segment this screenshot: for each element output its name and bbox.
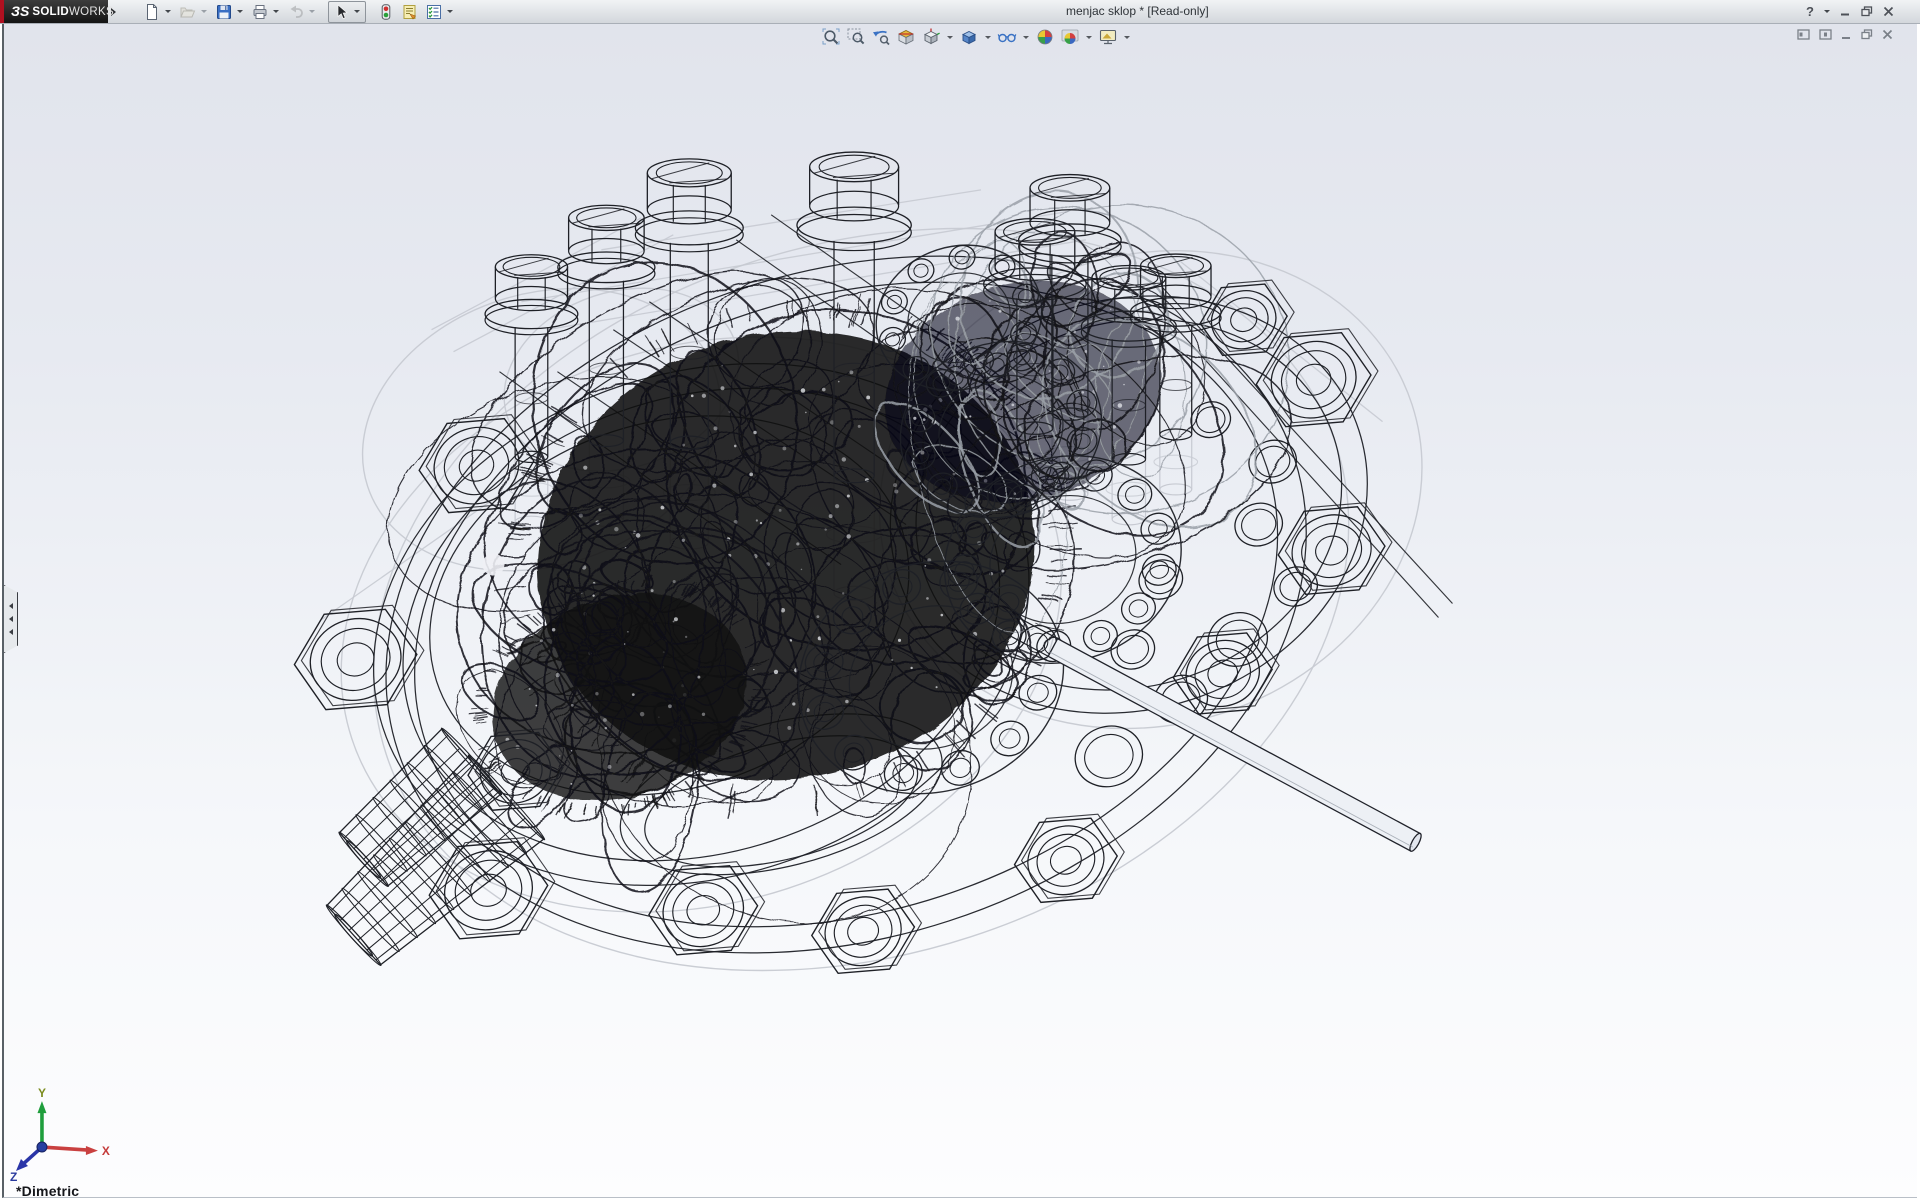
highlight-spot — [482, 554, 504, 576]
zoom-to-area-button[interactable] — [845, 27, 867, 47]
view-orientation-dropdown-icon[interactable] — [947, 36, 953, 39]
file-properties-icon — [401, 3, 419, 21]
apply-scene-button[interactable] — [1059, 27, 1081, 47]
select-dropdown-icon[interactable] — [354, 10, 360, 13]
new-document-icon — [143, 3, 161, 21]
view-orientation-icon — [921, 27, 941, 47]
undo-button[interactable] — [284, 1, 307, 22]
restore-icon — [1861, 29, 1873, 40]
edit-appearance-button[interactable] — [1034, 27, 1056, 47]
print-dropdown-icon[interactable] — [273, 10, 279, 13]
solidworks-logo: ЗS SOLIDWORKS — [0, 0, 108, 23]
select-cursor-icon — [333, 3, 351, 21]
view-orientation-button[interactable] — [920, 27, 942, 47]
doc-minimize-button[interactable] — [1841, 29, 1852, 40]
display-style-dropdown-icon[interactable] — [985, 36, 991, 39]
view-settings-dropdown-icon[interactable] — [1124, 36, 1130, 39]
restore-icon — [1861, 6, 1873, 17]
view-orientation-label: *Dimetric — [16, 1183, 79, 1198]
help-button[interactable]: ? — [1806, 0, 1814, 23]
app-restore-button[interactable] — [1861, 6, 1873, 17]
save-dropdown-icon[interactable] — [237, 10, 243, 13]
pane-left-icon — [1797, 29, 1810, 40]
app-close-button[interactable] — [1883, 6, 1894, 17]
options-button[interactable] — [422, 1, 445, 22]
hide-show-items-button[interactable] — [996, 27, 1018, 47]
collapse-arrow-icon — [9, 603, 13, 609]
apply-scene-icon — [1060, 27, 1080, 47]
new-dropdown-icon[interactable] — [165, 10, 171, 13]
logo-mark: ЗS — [11, 0, 29, 23]
doc-restore-button[interactable] — [1861, 29, 1873, 40]
view-settings-icon — [1098, 27, 1118, 47]
previous-view-icon — [871, 27, 891, 47]
minimize-icon — [1840, 6, 1851, 17]
select-tool-pressed — [328, 1, 366, 23]
zoom-to-fit-icon — [821, 27, 841, 47]
heads-up-view-toolbar — [820, 27, 1132, 47]
hide-show-items-dropdown-icon[interactable] — [1023, 36, 1029, 39]
help-dropdown-icon[interactable] — [1824, 10, 1830, 13]
section-view-button[interactable] — [895, 27, 917, 47]
view-settings-button[interactable] — [1097, 27, 1119, 47]
brand-name: SOLIDWORKS — [32, 6, 114, 18]
options-dropdown-icon[interactable] — [447, 10, 453, 13]
previous-view-button[interactable] — [870, 27, 892, 47]
options-checklist-icon — [425, 3, 443, 21]
display-style-button[interactable] — [958, 27, 980, 47]
logo-red-strip — [0, 0, 4, 23]
open-button[interactable] — [176, 1, 199, 22]
pane-right-button[interactable] — [1819, 29, 1832, 40]
undo-icon — [287, 3, 305, 21]
collapse-arrow-icon — [9, 616, 13, 622]
rebuild-trafficlight-icon — [377, 3, 395, 21]
open-folder-icon — [179, 3, 197, 21]
main-toolbar — [140, 1, 457, 23]
triad-y-label: Y — [38, 1086, 46, 1100]
undo-dropdown-icon[interactable] — [309, 10, 315, 13]
reference-triad: Y X Z — [10, 1086, 110, 1184]
save-button[interactable] — [212, 1, 235, 22]
apply-scene-dropdown-icon[interactable] — [1086, 36, 1092, 39]
collapse-arrow-icon — [9, 629, 13, 635]
doc-close-button[interactable] — [1882, 29, 1893, 40]
wireframe-model: Y X Z — [4, 23, 1917, 1197]
print-button[interactable] — [248, 1, 271, 22]
close-icon — [1882, 29, 1893, 40]
select-button[interactable] — [330, 1, 353, 22]
open-dropdown-icon[interactable] — [201, 10, 207, 13]
section-view-icon — [896, 27, 916, 47]
app-minimize-button[interactable] — [1840, 6, 1851, 17]
zoom-to-area-icon — [846, 27, 866, 47]
graphics-area[interactable]: Y X Z — [2, 23, 1917, 1198]
zoom-to-fit-button[interactable] — [820, 27, 842, 47]
triad-z-label: Z — [10, 1170, 17, 1184]
hide-show-items-icon — [997, 27, 1017, 47]
print-icon — [251, 3, 269, 21]
file-properties-button[interactable] — [398, 1, 421, 22]
edit-appearance-icon — [1035, 27, 1055, 47]
save-floppy-icon — [215, 3, 233, 21]
document-title: menjac sklop * [Read-only] — [1066, 0, 1209, 23]
display-style-icon — [959, 27, 979, 47]
rebuild-button[interactable] — [374, 1, 397, 22]
close-icon — [1883, 6, 1894, 17]
new-document-button[interactable] — [140, 1, 163, 22]
minimize-icon — [1841, 29, 1852, 40]
triad-x-label: X — [102, 1144, 110, 1158]
pane-right-icon — [1819, 29, 1832, 40]
featuremanager-collapsed-tab[interactable] — [4, 585, 18, 653]
document-window-controls — [1797, 29, 1893, 40]
pane-left-button[interactable] — [1797, 29, 1810, 40]
title-bar: ЗS SOLIDWORKS — [0, 0, 1920, 24]
app-window-controls: ? — [1806, 0, 1894, 23]
